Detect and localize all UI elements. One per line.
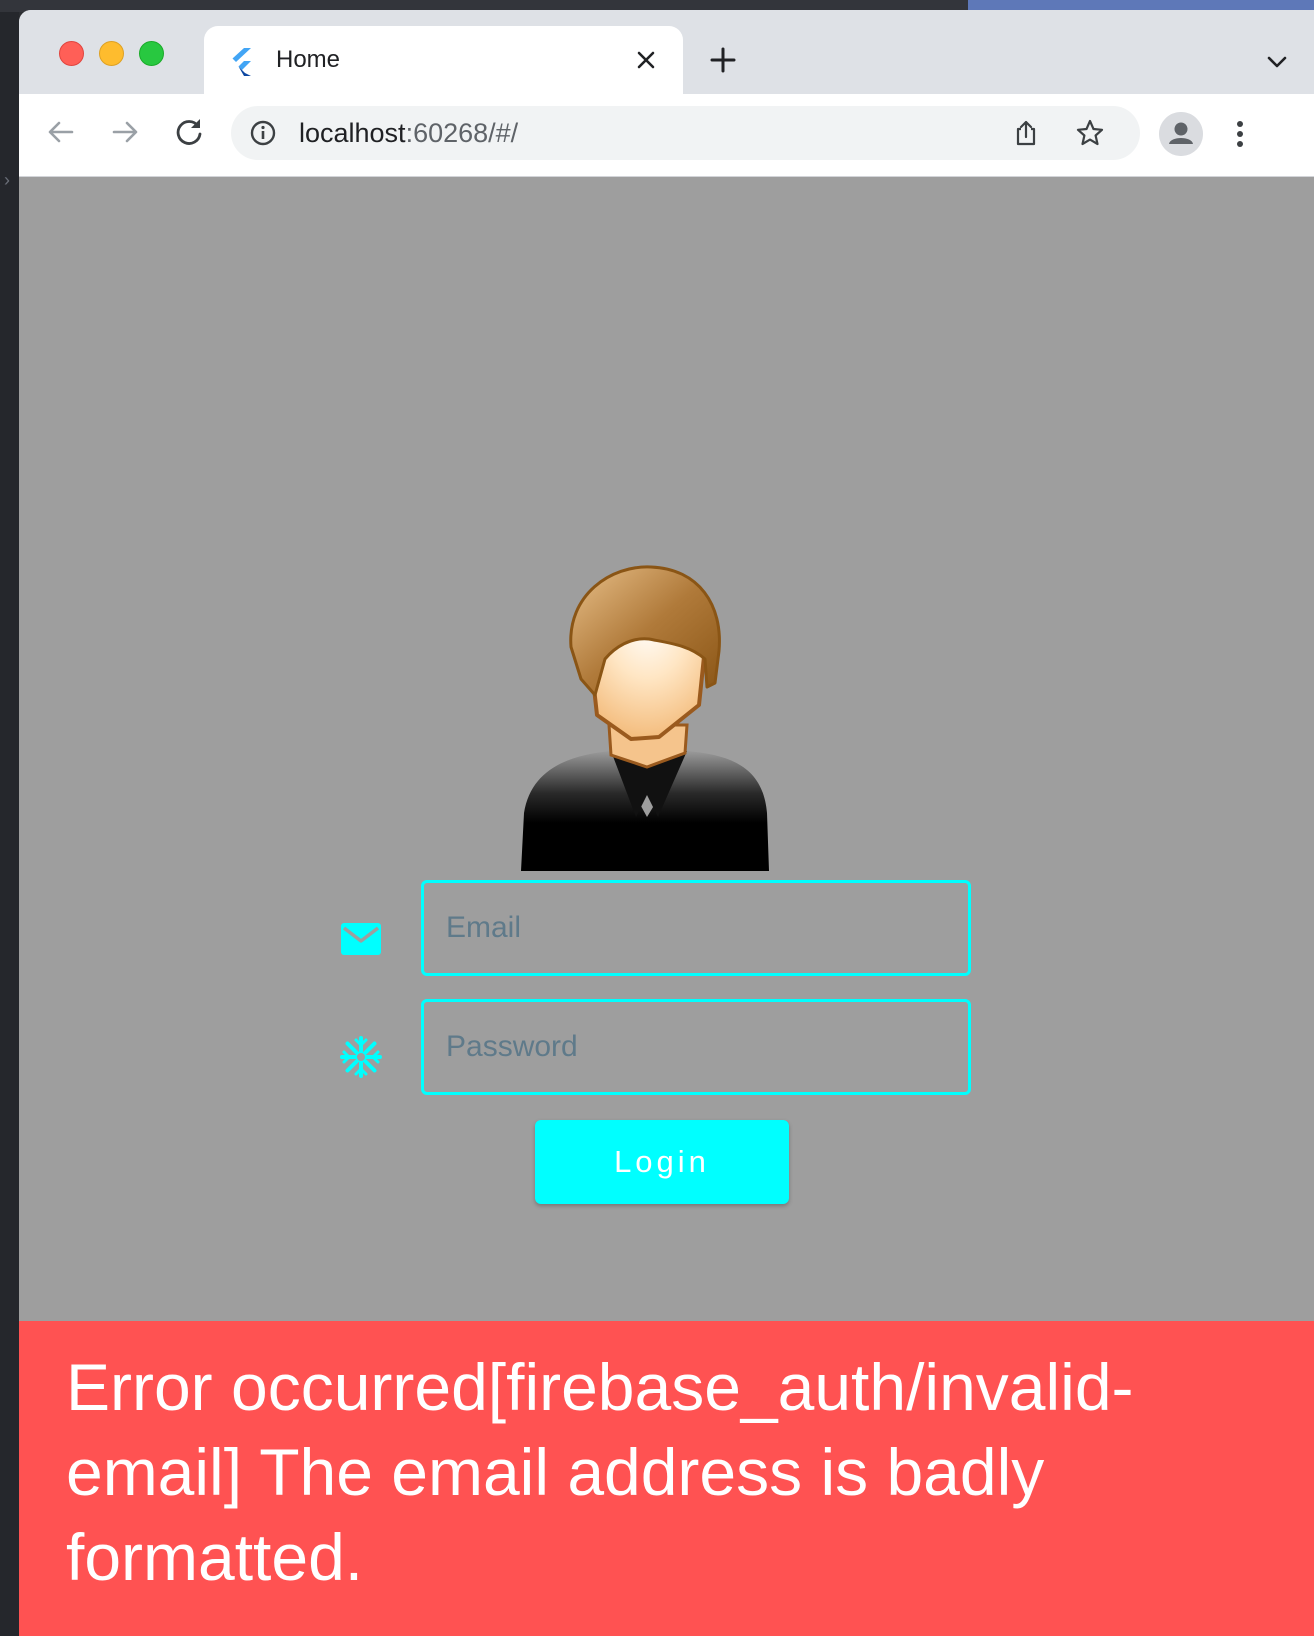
tab-strip: Home [19,10,1314,102]
profile-avatar-icon[interactable] [1159,112,1203,156]
asterisk-icon [340,1036,382,1078]
tab-title: Home [276,46,341,73]
address-bar[interactable]: localhost:60268/#/ [231,106,1140,160]
star-icon[interactable] [1074,117,1106,149]
url-host: localhost [299,118,406,148]
login-button[interactable]: Login [535,1120,789,1204]
email-field[interactable] [421,880,971,976]
reload-icon[interactable] [169,112,209,152]
url-text[interactable]: localhost:60268/#/ [299,118,518,149]
chevron-right-icon: › [4,170,10,190]
close-icon[interactable] [628,42,664,78]
new-tab-plus-icon[interactable] [707,44,739,76]
mail-icon [341,923,381,955]
share-icon[interactable] [1011,118,1041,148]
flutter-icon [232,48,251,76]
window-minimize-button[interactable] [99,41,124,66]
forward-arrow-icon[interactable] [105,112,145,152]
error-snackbar: Error occurred[firebase_auth/invalid-ema… [19,1321,1314,1636]
browser-toolbar: localhost:60268/#/ [19,94,1314,177]
browser-window: Home localhost:60268/#/ Email Login Erro… [19,10,1314,1636]
back-arrow-icon[interactable] [41,112,81,152]
more-vert-icon[interactable] [1225,114,1255,154]
window-close-button[interactable] [59,41,84,66]
window-maximize-button[interactable] [139,41,164,66]
user-avatar-image [521,565,769,871]
background-window-edge: › [0,12,19,1636]
info-icon[interactable] [249,119,277,147]
error-message: Error occurred[firebase_auth/invalid-ema… [66,1350,1134,1594]
url-port-path: :60268/#/ [405,118,519,148]
chevron-down-icon[interactable] [1263,48,1291,76]
page-content: Login Error occurred[firebase_auth/inval… [19,177,1314,1636]
password-field[interactable] [421,999,971,1095]
tab-home[interactable]: Home [204,26,683,102]
